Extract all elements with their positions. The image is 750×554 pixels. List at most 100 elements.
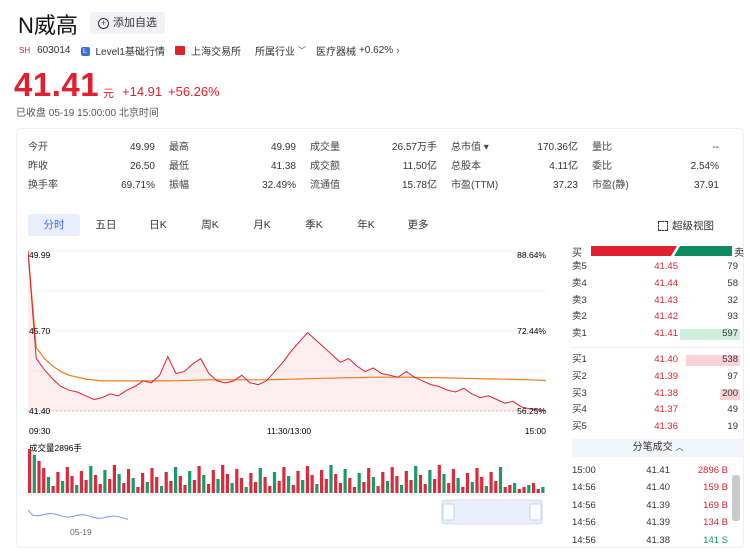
pct-label-mid: 72.44% [517, 326, 546, 336]
level-name: 卖5 [572, 261, 587, 272]
order-level[interactable]: 卖3 41.43 32 [572, 293, 744, 310]
stock-meta: SH 603014 L Level1基础行情 上海交易所 所属行业 ﹀ 医疗器械… [18, 43, 400, 59]
volume-bar [112, 465, 116, 493]
stat-cell: 成交量 26.57万手 [310, 138, 451, 157]
range-handle-right[interactable] [529, 503, 542, 521]
stat-label: 今开 [28, 142, 48, 153]
volume-bar [465, 473, 470, 493]
price-unit: 元 [103, 88, 114, 100]
tab-5[interactable]: 月K [236, 214, 288, 236]
tab-6[interactable]: 季K [288, 214, 340, 236]
current-price: 41.41 [14, 66, 100, 103]
y-label-top: 49.99 [29, 250, 51, 260]
stat-value: 69.71% [121, 180, 155, 191]
stat-label: 总股本 [451, 161, 481, 172]
trades-dropdown[interactable]: 分笔成交 ︿ [572, 438, 744, 457]
level-volume: 58 [727, 277, 738, 289]
volume-bar [159, 486, 164, 493]
add-watchlist-button[interactable]: + 添加自选 [90, 12, 165, 34]
volume-bar [42, 468, 46, 493]
volume-bar [390, 467, 394, 493]
trades-scrollbar[interactable] [732, 475, 740, 521]
level-price: 41.40 [654, 353, 678, 365]
volume-bar [211, 470, 215, 493]
stat-value: -- [712, 142, 719, 153]
range-selector[interactable] [441, 499, 543, 525]
stat-label[interactable]: 总市值 ▾ [451, 138, 489, 157]
volume-bar [117, 474, 121, 493]
order-level[interactable]: 卖2 41.42 93 [572, 309, 744, 326]
volume-bar [32, 455, 36, 493]
level-volume: 79 [727, 261, 738, 272]
order-book: 买 卖 卖5 41.45 79 卖4 41.44 58 卖3 41.43 32 卖2 41.42 93… [572, 243, 744, 549]
volume-bar [268, 486, 272, 493]
volume-bar [291, 485, 295, 493]
y-label-bottom: 41.40 [29, 406, 51, 416]
volume-bar [536, 489, 540, 493]
volume-bar [93, 475, 98, 493]
volume-bar [169, 481, 173, 493]
order-level[interactable]: 卖5 41.45 79 [572, 259, 744, 276]
tab-1[interactable]: 分时 [28, 214, 80, 236]
level-price: 41.41 [654, 328, 678, 340]
industry-link[interactable]: 医疗器械 +0.62% › [316, 43, 400, 59]
volume-bar [508, 485, 512, 493]
stat-label: 成交额 [310, 161, 340, 172]
price-change: +14.91 [122, 84, 163, 99]
volume-bar [315, 484, 319, 493]
trade-price: 41.39 [646, 517, 670, 529]
volume-bar [89, 466, 93, 493]
chevron-down-icon: ﹀ [297, 46, 306, 55]
volume-bar [46, 477, 50, 493]
intraday-chart[interactable]: 49.99 45.70 41.40 88.64% 72.44% 56.25% 0… [28, 246, 550, 546]
volume-bar [216, 479, 220, 493]
industry-change: +0.62% [358, 45, 394, 56]
order-level[interactable]: 买1 41.40 538 [572, 352, 744, 369]
tab-8[interactable]: 更多 [392, 214, 444, 236]
ratio-bar [591, 246, 732, 256]
volume-bar [447, 483, 451, 493]
trade-row: 15:00 41.41 2896 B [572, 462, 744, 480]
volume-bar [541, 487, 545, 493]
tab-4[interactable]: 周K [184, 214, 236, 236]
order-level[interactable]: 买3 41.38 200 [572, 386, 744, 403]
order-level[interactable]: 买2 41.39 97 [572, 369, 744, 386]
trade-price: 41.38 [646, 534, 670, 546]
trade-row: 14:56 41.39 134 B [572, 514, 744, 532]
volume-bar [428, 470, 432, 493]
stat-cell: 最高 49.99 [169, 138, 310, 157]
volume-bar [376, 486, 380, 493]
order-level[interactable]: 买5 41.36 19 [572, 419, 744, 436]
volume-bar [197, 466, 201, 493]
stat-label: 成交量 [310, 142, 340, 153]
level-price: 41.44 [654, 277, 678, 289]
x-label-start: 09:30 [29, 426, 51, 436]
volume-bar [357, 473, 361, 493]
volume-bar [258, 468, 262, 493]
level-volume: 32 [727, 294, 738, 306]
tab-2[interactable]: 五日 [80, 214, 132, 236]
y-label-mid: 45.70 [29, 326, 51, 336]
buy-sell-ratio-bar: 买 卖 [572, 243, 744, 259]
stat-cell: 量比 -- [592, 138, 733, 157]
level-name: 卖1 [572, 328, 587, 340]
volume-bar [362, 482, 366, 493]
volume-bar [494, 481, 498, 493]
industry-dropdown[interactable]: 所属行业 ﹀ [255, 43, 306, 58]
tab-3[interactable]: 日K [132, 214, 184, 236]
order-level[interactable]: 卖1 41.41 597 [572, 326, 744, 343]
stat-label: 量比 [592, 142, 612, 153]
range-handle-left[interactable] [442, 503, 455, 521]
stats-grid: 今开 49.99 最高 49.99 成交量 26.57万手 总市值 ▾ 170.36亿 量比 --… [28, 138, 734, 195]
chart-tabs: 分时 五日 日K 周K 月K 季K 年K 更多 [28, 214, 444, 236]
volume-bar [70, 476, 74, 493]
volume-bar [489, 472, 493, 493]
tab-7[interactable]: 年K [340, 214, 392, 236]
super-view-button[interactable]: 超级视图 [658, 218, 714, 233]
level-volume: 538 [722, 353, 738, 365]
volume-bar [254, 482, 258, 493]
order-level[interactable]: 买4 41.37 49 [572, 402, 744, 419]
order-level[interactable]: 卖4 41.44 58 [572, 276, 744, 293]
volume-bar [517, 489, 521, 493]
level-volume: 200 [722, 387, 738, 399]
